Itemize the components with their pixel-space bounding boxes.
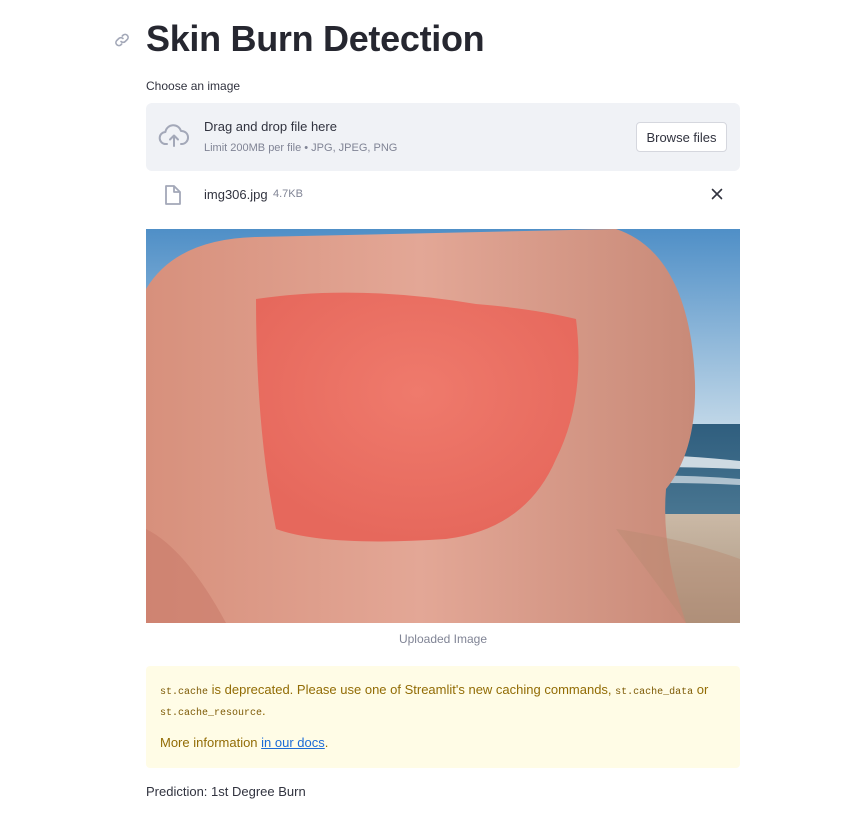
dropzone-limit-text: Limit 200MB per file • JPG, JPEG, PNG xyxy=(204,142,398,154)
prediction-result: Prediction: 1st Degree Burn xyxy=(146,784,306,799)
more-information: More information in our docs. xyxy=(160,735,328,750)
warning-text-part1: is deprecated. Please use one of Streaml… xyxy=(208,682,616,697)
code-st-cache-data: st.cache_data xyxy=(615,687,694,698)
dropzone-instructions: Drag and drop file here xyxy=(204,119,337,134)
code-st-cache: st.cache xyxy=(160,687,209,698)
more-info-prefix: More information xyxy=(160,735,262,750)
docs-link[interactable]: in our docs xyxy=(261,735,325,750)
link-icon[interactable] xyxy=(112,30,132,50)
uploader-label: Choose an image xyxy=(146,79,241,93)
warning-text-part2: or xyxy=(693,682,709,697)
browse-files-button[interactable]: Browse files xyxy=(636,122,727,152)
warning-text-line2: st.cache_resource. xyxy=(160,702,266,722)
file-dropzone[interactable]: Drag and drop file here Limit 200MB per … xyxy=(146,103,740,171)
deprecation-warning: st.cache is deprecated. Please use one o… xyxy=(146,666,740,768)
image-caption: Uploaded Image xyxy=(398,632,488,646)
page-title: Skin Burn Detection xyxy=(146,18,485,59)
warning-text: st.cache is deprecated. Please use one o… xyxy=(160,681,720,701)
uploaded-file-item: img306.jpg 4.7KB xyxy=(146,180,740,210)
file-icon xyxy=(164,184,184,206)
file-name: img306.jpg xyxy=(204,187,268,202)
cloud-upload-icon xyxy=(158,123,190,151)
file-size: 4.7KB xyxy=(273,188,303,200)
close-icon[interactable] xyxy=(709,186,725,202)
code-st-cache-resource: st.cache_resource xyxy=(160,708,263,719)
more-info-suffix: . xyxy=(324,735,329,750)
warning-text-part3: . xyxy=(262,703,266,718)
uploaded-image xyxy=(146,229,740,623)
